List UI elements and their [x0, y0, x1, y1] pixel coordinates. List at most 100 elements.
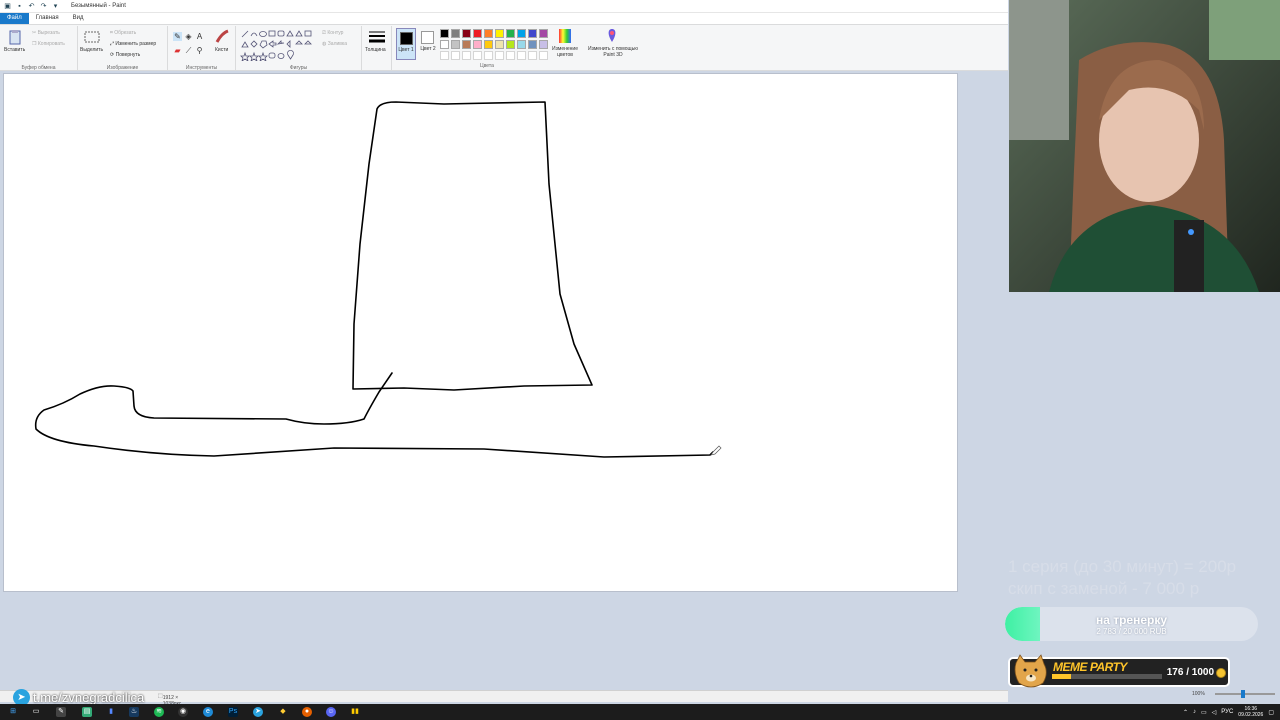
obs-taskbar-icon[interactable]: ◉	[178, 707, 188, 717]
palette-swatch[interactable]	[495, 40, 504, 49]
custom-color-slot[interactable]	[528, 51, 537, 60]
select-icon[interactable]	[84, 29, 100, 45]
palette-swatch[interactable]	[484, 40, 493, 49]
volume-icon[interactable]: ◁	[1212, 709, 1217, 716]
paint3d-button[interactable]: Изменить с помощью Paint 3D	[585, 46, 641, 58]
microphone-icon[interactable]: ♪	[1193, 709, 1196, 715]
edge-taskbar-icon[interactable]: e	[203, 707, 213, 717]
app-taskbar-icon[interactable]: ▮▮	[350, 707, 360, 717]
custom-color-slot[interactable]	[495, 51, 504, 60]
copy-label: Копировать	[37, 41, 65, 47]
color2-swatch	[421, 31, 434, 44]
palette-swatch[interactable]	[440, 29, 449, 38]
custom-color-slot[interactable]	[473, 51, 482, 60]
task-view-icon[interactable]: ▭	[31, 707, 41, 717]
tab-view[interactable]: Вид	[66, 13, 91, 24]
palette-swatch[interactable]	[506, 40, 515, 49]
palette-swatch[interactable]	[440, 40, 449, 49]
network-icon[interactable]: ▭	[1201, 709, 1207, 716]
custom-color-slot[interactable]	[484, 51, 493, 60]
files-taskbar-icon[interactable]: ▤	[82, 707, 92, 717]
customize-qa-icon[interactable]: ▾	[51, 2, 60, 11]
discord-taskbar-icon[interactable]: ☺	[326, 707, 336, 717]
start-icon[interactable]: ⊞	[8, 707, 18, 717]
copy-button[interactable]: ❐ Копировать	[32, 41, 65, 47]
paint3d-icon[interactable]	[604, 28, 620, 44]
overlay-price-line-1: 1 серия (до 30 минут) = 200р	[1008, 557, 1237, 576]
size-button[interactable]: Толщина	[365, 47, 386, 53]
tab-home[interactable]: Главная	[29, 13, 66, 24]
firefox-taskbar-icon[interactable]: ●	[302, 707, 312, 717]
crop-button[interactable]: ⌗ Обрезать	[110, 30, 136, 36]
palette-swatch[interactable]	[462, 40, 471, 49]
palette-swatch[interactable]	[506, 29, 515, 38]
color1-label: Цвет 1	[398, 47, 414, 53]
fill-button[interactable]: ◍ Заливка	[322, 41, 347, 47]
tray-chevron-icon[interactable]: ⌃	[1183, 709, 1188, 716]
outline-button[interactable]: ⎚ Контур	[322, 30, 343, 36]
color-picker-icon[interactable]: ⟋	[184, 46, 193, 55]
brush-icon[interactable]	[214, 29, 230, 45]
palette-swatch[interactable]	[539, 29, 548, 38]
doge-icon	[1014, 654, 1047, 688]
drawing-canvas[interactable]	[3, 73, 958, 592]
telegram-taskbar-icon[interactable]: ➤	[253, 707, 263, 717]
donation-goal-amount: 2 783 / 20 000 RUB	[1096, 627, 1167, 636]
save-icon[interactable]: ▪	[15, 2, 24, 11]
palette-swatch[interactable]	[528, 40, 537, 49]
edit-colors-button[interactable]: Изменение цветов	[549, 46, 581, 58]
palette-swatch[interactable]	[462, 29, 471, 38]
palette-swatch[interactable]	[451, 29, 460, 38]
custom-color-slot[interactable]	[517, 51, 526, 60]
zoom-slider-thumb[interactable]	[1241, 690, 1245, 698]
palette-swatch[interactable]	[517, 40, 526, 49]
spotify-taskbar-icon[interactable]: ≋	[154, 707, 164, 717]
custom-color-slot[interactable]	[451, 51, 460, 60]
custom-color-slot[interactable]	[506, 51, 515, 60]
magnifier-icon[interactable]: ⚲	[195, 46, 204, 55]
fill-icon[interactable]: ◈	[184, 32, 193, 41]
steam-taskbar-icon[interactable]: ♨	[129, 707, 139, 717]
paint-taskbar-icon[interactable]: ✎	[56, 707, 66, 717]
custom-color-slot[interactable]	[462, 51, 471, 60]
meme-party-progress	[1052, 674, 1072, 679]
cut-button[interactable]: ✂ Вырезать	[32, 30, 60, 36]
custom-color-slot[interactable]	[440, 51, 449, 60]
obs-stats-taskbar-icon[interactable]: ▮	[106, 707, 116, 717]
palette-swatch[interactable]	[495, 29, 504, 38]
palette-swatch[interactable]	[484, 29, 493, 38]
rotate-button[interactable]: ⟳ Повернуть	[110, 52, 140, 58]
line-size-icon[interactable]	[369, 29, 385, 45]
paste-button[interactable]: Вставить	[4, 47, 25, 53]
ribbon: Вставить ✂ Вырезать ❐ Копировать Буфер о…	[0, 24, 1008, 71]
clock[interactable]: 16:36 09.02.2026	[1238, 706, 1263, 718]
brushes-button[interactable]: Кисти	[215, 47, 228, 53]
notifications-icon[interactable]: ▢	[1268, 709, 1274, 716]
eraser-icon[interactable]: ▰	[173, 46, 182, 55]
palette-swatch[interactable]	[473, 29, 482, 38]
palette-swatch[interactable]	[473, 40, 482, 49]
palette-swatch[interactable]	[539, 40, 548, 49]
photoshop-taskbar-icon[interactable]: Ps	[228, 707, 238, 717]
pencil-icon[interactable]: ✎	[173, 32, 182, 41]
palette-swatch[interactable]	[451, 40, 460, 49]
undo-icon[interactable]: ↶	[27, 2, 36, 11]
shapes-group: ⎚ Контур ◍ Заливка Фигуры	[236, 26, 362, 71]
shapes-gallery[interactable]	[240, 29, 318, 61]
resize-button[interactable]: ⤢ Изменить размер	[110, 41, 156, 47]
color1-selector[interactable]: Цвет 1	[396, 28, 416, 60]
palette-swatch[interactable]	[528, 29, 537, 38]
custom-color-slot[interactable]	[539, 51, 548, 60]
media-taskbar-icon[interactable]: ◆	[278, 707, 288, 717]
edit-colors-icon[interactable]	[557, 28, 573, 44]
select-button[interactable]: Выделить	[80, 47, 103, 53]
zoom-slider[interactable]	[1215, 693, 1275, 695]
tab-file[interactable]: Файл	[0, 13, 29, 24]
text-icon[interactable]: A	[195, 32, 204, 41]
paste-icon[interactable]	[7, 29, 23, 45]
redo-icon[interactable]: ↷	[39, 2, 48, 11]
palette-swatch[interactable]	[517, 29, 526, 38]
keyboard-language[interactable]: РУС	[1221, 709, 1233, 715]
clipboard-group-label: Буфер обмена	[21, 65, 56, 71]
color2-selector[interactable]: Цвет 2	[419, 28, 437, 60]
